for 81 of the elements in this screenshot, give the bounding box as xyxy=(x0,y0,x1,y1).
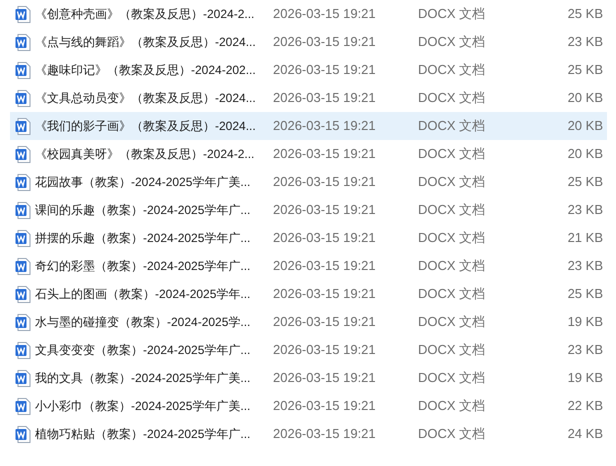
file-name: 《趣味印记》（教案及反思）-2024-202... xyxy=(35,62,256,79)
modified-date: 2026-03-15 19:21 xyxy=(273,117,377,136)
modified-date: 2026-03-15 19:21 xyxy=(273,5,377,24)
file-type: DOCX 文档 xyxy=(418,145,486,164)
file-name: 《文具总动员变》（教案及反思）-2024... xyxy=(35,90,256,107)
file-type: DOCX 文档 xyxy=(418,369,486,388)
file-size: 24 KB xyxy=(566,425,604,444)
modified-date: 2026-03-15 19:21 xyxy=(273,173,377,192)
file-name: 《创意种壳画》（教案及反思）-2024-2... xyxy=(35,6,254,23)
modified-date: 2026-03-15 19:21 xyxy=(273,145,377,164)
modified-date: 2026-03-15 19:21 xyxy=(273,313,377,332)
file-size: 25 KB xyxy=(566,5,604,24)
file-type: DOCX 文档 xyxy=(418,61,486,80)
file-size: 23 KB xyxy=(566,257,604,276)
file-type: DOCX 文档 xyxy=(418,425,486,444)
word-document-icon xyxy=(15,62,31,78)
file-size: 19 KB xyxy=(566,369,604,388)
file-name: 小小彩巾（教案）-2024-2025学年广美... xyxy=(35,398,250,415)
word-document-icon xyxy=(15,146,31,162)
file-name: 课间的乐趣（教案）-2024-2025学年广... xyxy=(35,202,250,219)
word-document-icon xyxy=(15,398,31,414)
modified-date: 2026-03-15 19:21 xyxy=(273,285,377,304)
file-type: DOCX 文档 xyxy=(418,117,486,136)
file-name: 花园故事（教案）-2024-2025学年广美... xyxy=(35,174,250,191)
file-name: 文具变变变（教案）-2024-2025学年广... xyxy=(35,342,250,359)
file-row[interactable]: 《我们的影子画》（教案及反思）-2024... 2026-03-15 19:21 DOCX 文档 20 KB xyxy=(10,112,607,140)
file-name: 石头上的图画（教案）-2024-2025学年... xyxy=(35,286,250,303)
word-document-icon xyxy=(15,286,31,302)
file-size: 21 KB xyxy=(566,229,604,248)
word-document-icon xyxy=(15,258,31,274)
file-type: DOCX 文档 xyxy=(418,341,486,360)
file-name: 奇幻的彩墨（教案）-2024-2025学年广... xyxy=(35,258,250,275)
file-size: 23 KB xyxy=(566,341,604,360)
word-document-icon xyxy=(15,34,31,50)
file-type: DOCX 文档 xyxy=(418,229,486,248)
file-size: 25 KB xyxy=(566,285,604,304)
file-type: DOCX 文档 xyxy=(418,33,486,52)
file-size: 20 KB xyxy=(566,89,604,108)
modified-date: 2026-03-15 19:21 xyxy=(273,61,377,80)
word-document-icon xyxy=(15,174,31,190)
modified-date: 2026-03-15 19:21 xyxy=(273,341,377,360)
file-type: DOCX 文档 xyxy=(418,201,486,220)
modified-date: 2026-03-15 19:21 xyxy=(273,397,377,416)
modified-date: 2026-03-15 19:21 xyxy=(273,425,377,444)
word-document-icon xyxy=(15,426,31,442)
file-size: 25 KB xyxy=(566,61,604,80)
word-document-icon xyxy=(15,314,31,330)
file-size: 20 KB xyxy=(566,145,604,164)
file-name: 我的文具（教案）-2024-2025学年广美... xyxy=(35,370,250,387)
file-name: 水与墨的碰撞变（教案）-2024-2025学... xyxy=(35,314,250,331)
file-size: 22 KB xyxy=(566,397,604,416)
file-size: 20 KB xyxy=(566,117,604,136)
file-name: 拼摆的乐趣（教案）-2024-2025学年广... xyxy=(35,230,250,247)
file-type: DOCX 文档 xyxy=(418,397,486,416)
file-size: 23 KB xyxy=(566,201,604,220)
word-document-icon xyxy=(15,118,31,134)
word-document-icon xyxy=(15,202,31,218)
file-type: DOCX 文档 xyxy=(418,5,486,24)
file-type: DOCX 文档 xyxy=(418,173,486,192)
file-type: DOCX 文档 xyxy=(418,89,486,108)
file-name: 《校园真美呀》（教案及反思）-2024-2... xyxy=(35,146,254,163)
file-size: 25 KB xyxy=(566,173,604,192)
file-name: 《点与线的舞蹈》（教案及反思）-2024... xyxy=(35,34,256,51)
file-name: 植物巧粘贴（教案）-2024-2025学年广... xyxy=(35,426,250,443)
modified-date: 2026-03-15 19:21 xyxy=(273,201,377,220)
modified-date: 2026-03-15 19:21 xyxy=(273,229,377,248)
modified-date: 2026-03-15 19:21 xyxy=(273,257,377,276)
file-type: DOCX 文档 xyxy=(418,285,486,304)
modified-date: 2026-03-15 19:21 xyxy=(273,369,377,388)
word-document-icon xyxy=(15,370,31,386)
word-document-icon xyxy=(15,342,31,358)
word-document-icon xyxy=(15,90,31,106)
file-size: 19 KB xyxy=(566,313,604,332)
file-type: DOCX 文档 xyxy=(418,313,486,332)
word-document-icon xyxy=(15,6,31,22)
file-size: 23 KB xyxy=(566,33,604,52)
file-type: DOCX 文档 xyxy=(418,257,486,276)
word-document-icon xyxy=(15,230,31,246)
modified-date: 2026-03-15 19:21 xyxy=(273,89,377,108)
modified-date: 2026-03-15 19:21 xyxy=(273,33,377,52)
file-name: 《我们的影子画》（教案及反思）-2024... xyxy=(35,118,256,135)
